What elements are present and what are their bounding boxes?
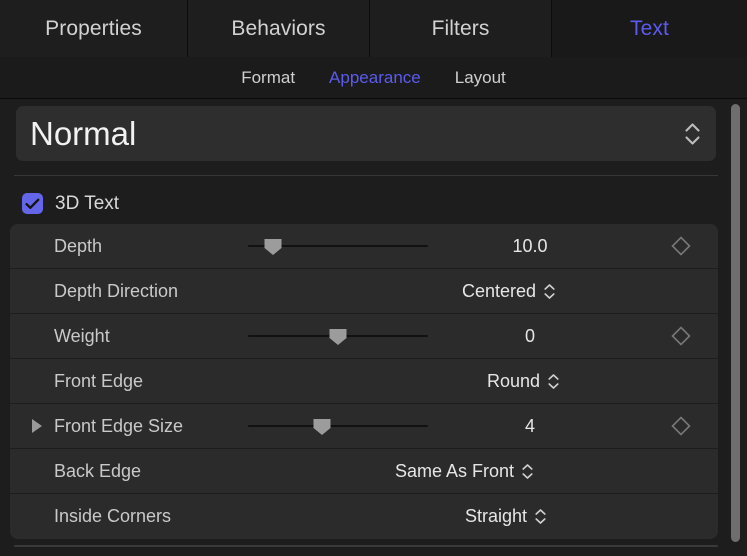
param-row-weight: Weight 0 [10,314,718,359]
front-edge-popup[interactable]: Round [487,371,559,392]
param-row-back-edge: Back Edge Same As Front [10,449,718,494]
param-label-back-edge: Back Edge [54,461,141,482]
front-edge-size-slider[interactable] [248,416,428,436]
keyframe-diamond [670,235,692,257]
chevron-down-icon [544,293,555,299]
stepper-chevrons-icon[interactable] [548,374,559,389]
tab-properties[interactable]: Properties [0,0,188,57]
vertical-scrollbar[interactable] [728,100,742,552]
chevron-down-icon [548,383,559,389]
slider-knob[interactable] [329,328,348,346]
parameter-rows: Depth 10.0 Depth Direction Centered [10,224,718,539]
diamond-keyframe-icon[interactable] [670,415,692,437]
param-label-front-edge: Front Edge [54,371,143,392]
disclosure-triangle-icon[interactable] [32,419,42,433]
param-row-front-edge: Front Edge Round [10,359,718,404]
param-label-depth: Depth [54,236,102,257]
param-label-front-edge-size: Front Edge Size [54,416,183,437]
slider-knob[interactable] [312,418,331,436]
chevron-down-icon [685,136,700,145]
weight-value[interactable]: 0 [455,326,605,347]
text-style-popup-button[interactable]: Normal [16,106,716,161]
param-label-weight: Weight [54,326,110,347]
chevron-down-icon [522,473,533,479]
inside-corners-value: Straight [465,506,527,527]
depth-direction-popup[interactable]: Centered [462,281,555,302]
param-label-inside-corners: Inside Corners [54,506,171,527]
chevron-up-icon [548,374,559,380]
3d-text-label: 3D Text [55,193,119,215]
subtab-format-label: Format [241,68,295,87]
depth-value[interactable]: 10.0 [455,236,605,257]
subtab-layout[interactable]: Layout [455,68,506,88]
stepper-chevrons-icon[interactable] [684,119,700,149]
slider-track [248,425,428,427]
chevron-up-icon [522,464,533,470]
front-edge-value: Round [487,371,540,392]
keyframe-diamond [670,415,692,437]
section-divider [14,175,718,176]
back-edge-popup[interactable]: Same As Front [395,461,533,482]
param-row-inside-corners: Inside Corners Straight [10,494,718,539]
bottom-divider [14,545,718,547]
chevron-up-icon [685,123,700,132]
tab-filters-label: Filters [432,17,490,41]
checkmark-icon [25,198,40,210]
param-row-front-edge-size: Front Edge Size 4 [10,404,718,449]
stepper-chevrons-icon[interactable] [544,284,555,299]
tab-behaviors-label: Behaviors [231,17,325,41]
subtab-appearance[interactable]: Appearance [329,68,421,88]
stepper-chevrons-icon[interactable] [522,464,533,479]
inside-corners-popup[interactable]: Straight [465,506,546,527]
tab-text-label: Text [630,17,669,41]
text-inspector-panel: Properties Behaviors Filters Text Format… [0,0,747,556]
row-3d-text: 3D Text [0,185,747,222]
slider-knob-icon [312,418,331,436]
keyframe-diamond [670,325,692,347]
diamond-keyframe-icon[interactable] [670,235,692,257]
subtab-appearance-label: Appearance [329,68,421,87]
diamond-keyframe-icon[interactable] [670,325,692,347]
stepper-chevrons-icon[interactable] [535,509,546,524]
text-subtab-bar: Format Appearance Layout [0,57,747,99]
param-row-depth-direction: Depth Direction Centered [10,269,718,314]
chevron-up-icon [535,509,546,515]
back-edge-value: Same As Front [395,461,514,482]
slider-knob[interactable] [264,238,283,256]
slider-knob-icon [264,238,283,256]
subtab-format[interactable]: Format [241,68,295,88]
slider-knob-icon [329,328,348,346]
param-label-depth-direction: Depth Direction [54,281,178,302]
depth-slider[interactable] [248,236,428,256]
tab-filters[interactable]: Filters [370,0,552,57]
depth-direction-value: Centered [462,281,536,302]
text-style-value: Normal [30,117,136,150]
front-edge-size-value[interactable]: 4 [455,416,605,437]
tab-text[interactable]: Text [552,0,747,57]
chevron-up-icon [544,284,555,290]
3d-text-checkbox[interactable] [22,193,43,214]
weight-slider[interactable] [248,326,428,346]
inspector-tab-bar: Properties Behaviors Filters Text [0,0,747,57]
chevron-down-icon [535,518,546,524]
subtab-layout-label: Layout [455,68,506,87]
param-row-depth: Depth 10.0 [10,224,718,269]
tab-behaviors[interactable]: Behaviors [188,0,370,57]
scrollbar-thumb[interactable] [731,104,740,542]
tab-properties-label: Properties [45,17,142,41]
